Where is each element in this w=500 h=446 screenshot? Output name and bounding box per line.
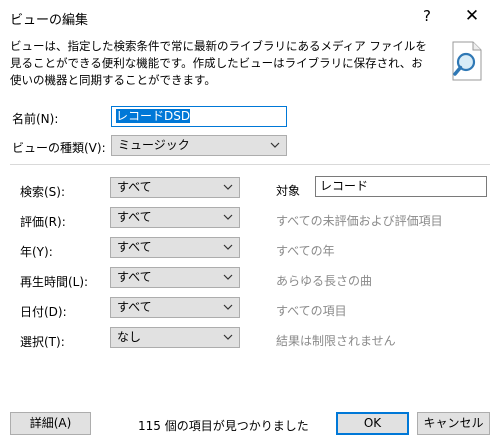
duration-value: すべて bbox=[117, 270, 152, 284]
chevron-down-icon bbox=[223, 184, 233, 190]
title-bar: ビューの編集 ? ✕ bbox=[0, 0, 500, 34]
name-input-selected-text: レコードDSD bbox=[116, 109, 191, 123]
window-title: ビューの編集 bbox=[10, 13, 89, 28]
view-type-dropdown[interactable]: ミュージック bbox=[111, 135, 287, 156]
name-input[interactable]: レコードDSD bbox=[111, 106, 287, 127]
date-description: すべての項目 bbox=[276, 304, 347, 318]
help-button[interactable]: ? bbox=[410, 4, 444, 28]
ok-button[interactable]: OK bbox=[336, 412, 409, 435]
year-value: すべて bbox=[117, 240, 152, 254]
year-dropdown[interactable]: すべて bbox=[110, 237, 240, 258]
chevron-down-icon bbox=[270, 142, 280, 148]
year-description: すべての年 bbox=[276, 244, 335, 258]
view-type-label: ビューの種類(V): bbox=[12, 141, 106, 155]
selection-label: 選択(T): bbox=[20, 335, 65, 349]
details-button[interactable]: 詳細(A) bbox=[10, 412, 91, 435]
selection-value: なし bbox=[117, 330, 142, 344]
chevron-down-icon bbox=[223, 274, 233, 280]
selection-dropdown[interactable]: なし bbox=[110, 327, 240, 348]
rating-label: 評価(R): bbox=[20, 215, 66, 229]
search-value: すべて bbox=[117, 180, 152, 194]
duration-dropdown[interactable]: すべて bbox=[110, 267, 240, 288]
status-text: 115 個の項目が見つかりました bbox=[138, 419, 309, 433]
document-magnifier-icon bbox=[449, 40, 485, 82]
cancel-button[interactable]: キャンセル bbox=[417, 412, 490, 435]
search-dropdown[interactable]: すべて bbox=[110, 177, 240, 198]
target-input[interactable]: レコード bbox=[315, 176, 487, 197]
description-text: ビューは、指定した検索条件で常に最新のライブラリにあるメディア ファイルを見るこ… bbox=[10, 39, 427, 87]
view-type-value: ミュージック bbox=[118, 138, 190, 152]
close-button[interactable]: ✕ bbox=[455, 4, 489, 28]
chevron-down-icon bbox=[223, 244, 233, 250]
chevron-down-icon bbox=[223, 334, 233, 340]
date-value: すべて bbox=[117, 300, 152, 314]
selection-description: 結果は制限されません bbox=[276, 334, 396, 348]
rating-value: すべて bbox=[117, 210, 152, 224]
name-label: 名前(N): bbox=[12, 112, 59, 126]
duration-label: 再生時間(L): bbox=[20, 275, 89, 289]
year-label: 年(Y): bbox=[20, 245, 53, 259]
date-dropdown[interactable]: すべて bbox=[110, 297, 240, 318]
rating-dropdown[interactable]: すべて bbox=[110, 207, 240, 228]
separator bbox=[10, 164, 490, 165]
rating-description: すべての未評価および評価項目 bbox=[276, 214, 443, 228]
duration-description: あらゆる長さの曲 bbox=[276, 274, 373, 288]
chevron-down-icon bbox=[223, 304, 233, 310]
search-label: 検索(S): bbox=[20, 185, 66, 199]
date-label: 日付(D): bbox=[20, 305, 67, 319]
chevron-down-icon bbox=[223, 214, 233, 220]
target-input-text: レコード bbox=[320, 179, 369, 193]
target-label: 対象 bbox=[276, 184, 301, 198]
